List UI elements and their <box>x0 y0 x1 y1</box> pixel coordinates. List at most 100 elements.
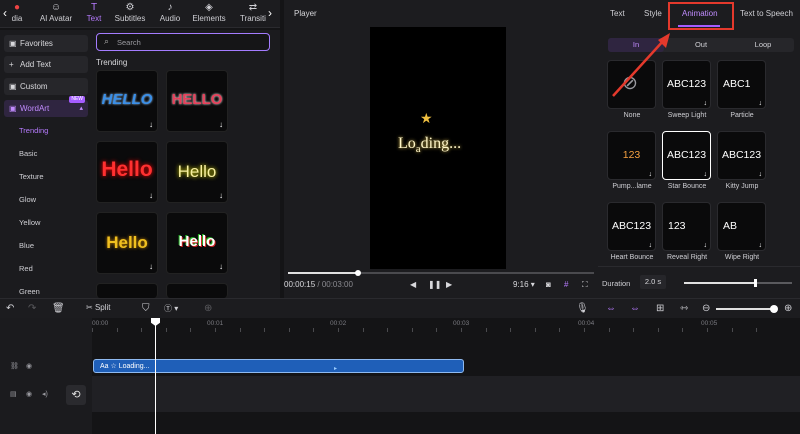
playhead[interactable] <box>155 318 156 434</box>
wordart-tile[interactable]: Hello ↓ <box>96 141 158 203</box>
sub-glow[interactable]: Glow <box>19 195 36 204</box>
sub-trending[interactable]: Trending <box>19 126 48 135</box>
undo-icon[interactable]: ↶ <box>6 303 14 314</box>
preset-heart-bounce[interactable]: ABC123 ↓ <box>607 202 656 251</box>
magnet-icon[interactable]: ⇔ <box>630 303 640 314</box>
tab-transitions[interactable]: ⇄ Transiti <box>236 2 270 26</box>
tab-style[interactable]: Style <box>644 9 662 18</box>
zoom-slider[interactable] <box>716 305 778 313</box>
star-icon: ★ <box>420 110 433 126</box>
text-template-icon[interactable]: Ⓣ ▾ <box>164 303 178 314</box>
shield-icon[interactable]: ⛉ <box>142 303 150 314</box>
duration-slider[interactable] <box>684 279 792 287</box>
slider-fill <box>684 282 756 284</box>
sub-blue[interactable]: Blue <box>19 241 34 250</box>
tab-text[interactable]: T Text <box>84 2 104 26</box>
segment-loop[interactable]: Loop <box>732 38 794 52</box>
track-link-icon[interactable]: ⛓ <box>10 362 19 370</box>
zoom-out-icon[interactable]: ⊖ <box>702 303 710 314</box>
tick-label: 00:00 <box>92 320 109 327</box>
split-button[interactable]: ✂ Split <box>86 303 111 312</box>
sub-green[interactable]: Green <box>19 287 40 296</box>
wordart-tile[interactable]: HELLO ↓ <box>96 70 158 132</box>
scroll-right-icon[interactable]: › <box>268 6 272 20</box>
tick-mark <box>731 328 733 332</box>
preset-wipe-right[interactable]: AB ↓ <box>717 202 766 251</box>
video-track[interactable] <box>92 376 800 412</box>
sub-yellow[interactable]: Yellow <box>19 218 40 227</box>
fit-icon[interactable]: ⊞ <box>656 303 664 314</box>
wordart-tile[interactable] <box>96 283 158 298</box>
wordart-tile[interactable]: HELLO ↓ <box>166 70 228 132</box>
next-frame-icon[interactable]: ▶ <box>446 280 452 289</box>
wordart-tile[interactable]: Hello ↓ <box>166 212 228 274</box>
add-icon[interactable]: ⊕ <box>204 303 212 314</box>
track-headers: ⛓ ◉ ▤ ◉ ◂) ⟲ <box>0 318 92 434</box>
preset-label: Pump...lame <box>612 183 652 190</box>
preview-canvas[interactable]: ★ Loading... <box>370 27 506 269</box>
download-icon: ↓ <box>648 242 653 249</box>
snapshot-icon[interactable]: ◙ <box>546 280 551 289</box>
redo-icon[interactable]: ↷ <box>28 303 36 314</box>
preset-label: Reveal Right <box>666 254 708 261</box>
grid-icon[interactable]: # <box>564 280 568 289</box>
pause-icon[interactable]: ❚❚ <box>428 280 441 289</box>
search-box[interactable]: ⌕ <box>96 33 270 51</box>
tab-audio[interactable]: ♪ Audio <box>156 2 184 26</box>
timeline: ⛓ ◉ ▤ ◉ ◂) ⟲ 00:00 00:01 00:02 00:03 00:… <box>0 318 800 434</box>
preset-label: Sweep Light <box>667 112 707 119</box>
zoom-slider-handle[interactable] <box>770 305 778 313</box>
prev-frame-icon[interactable]: ◀ <box>410 280 416 289</box>
nav-add-text[interactable]: + Add Text <box>4 56 88 73</box>
duration-input[interactable]: 2.0 s <box>640 275 666 289</box>
preset-pump-flame[interactable]: 123 ↓ <box>607 131 656 180</box>
sub-basic[interactable]: Basic <box>19 149 37 158</box>
replace-media-icon[interactable]: ⟲ <box>66 385 86 405</box>
slider-handle[interactable] <box>754 279 757 287</box>
tab-text-to-speech[interactable]: Text to Speech <box>740 9 800 18</box>
tab-subtitles[interactable]: ⚙ Subtitles <box>112 2 148 26</box>
tab-ai-avatar[interactable]: ☺ AI Avatar <box>36 2 76 26</box>
nav-wordart[interactable]: ▣ WordArt NEW ▴ <box>4 96 88 117</box>
tick-mark <box>584 328 585 332</box>
nav-custom[interactable]: ▣ Custom <box>4 78 88 95</box>
time-ruler[interactable]: 00:00 00:01 00:02 00:03 00:04 00:05 <box>92 318 800 332</box>
link-icon[interactable]: ⇔ <box>606 303 616 314</box>
clip-label: Aa ☆ Loading... <box>100 363 150 370</box>
microphone-icon[interactable]: 🎙 <box>576 303 589 314</box>
wordart-tile[interactable]: Hello ↓ <box>96 212 158 274</box>
track-audio-icon[interactable]: ◂) <box>42 390 48 398</box>
tab-elements[interactable]: ◈ Elements <box>190 2 228 26</box>
tick-label: 00:02 <box>330 320 347 327</box>
preset-star-bounce[interactable]: ABC123 ↓ <box>662 131 711 180</box>
tick-label: 00:03 <box>453 320 470 327</box>
sub-texture[interactable]: Texture <box>19 172 44 181</box>
aspect-ratio-select[interactable]: 9:16 ▾ <box>513 280 535 289</box>
preset-kitty-jump[interactable]: ABC123 ↓ <box>717 131 766 180</box>
track-visible-icon[interactable]: ◉ <box>26 390 32 398</box>
zoom-fit-icon[interactable]: ⇿ <box>680 303 688 314</box>
progress-knob[interactable] <box>355 270 362 276</box>
track-eye-icon[interactable]: ◉ <box>26 362 32 370</box>
zoom-in-icon[interactable]: ⊕ <box>784 303 792 314</box>
tab-media[interactable]: ● dia <box>6 2 28 26</box>
preset-reveal-right[interactable]: 123 ↓ <box>662 202 711 251</box>
preset-particle[interactable]: ABC1 ↓ <box>717 60 766 109</box>
download-icon: ↓ <box>149 120 153 129</box>
search-icon: ⌕ <box>104 36 110 46</box>
delete-icon[interactable]: 🗑 <box>52 303 65 314</box>
tick-mark <box>190 328 192 332</box>
playback-progress[interactable] <box>288 270 594 276</box>
tick-mark <box>682 328 684 332</box>
top-toolbar: ‹ ● dia ☺ AI Avatar T Text ⚙ Subtitles ♪ Audi… <box>0 0 280 28</box>
text-clip[interactable]: Aa ☆ Loading... ▸ <box>93 359 464 373</box>
tab-text-props[interactable]: Text <box>610 9 625 18</box>
search-input[interactable] <box>117 37 257 48</box>
wordart-tile[interactable]: Hello ↓ <box>166 141 228 203</box>
player-title: Player <box>294 9 317 18</box>
segment-out[interactable]: Out <box>670 38 732 52</box>
fullscreen-icon[interactable]: ⛶ <box>582 280 588 290</box>
wordart-tile[interactable] <box>166 283 228 298</box>
sub-red[interactable]: Red <box>19 264 33 273</box>
nav-favorites[interactable]: ▣ Favorites <box>4 35 88 52</box>
